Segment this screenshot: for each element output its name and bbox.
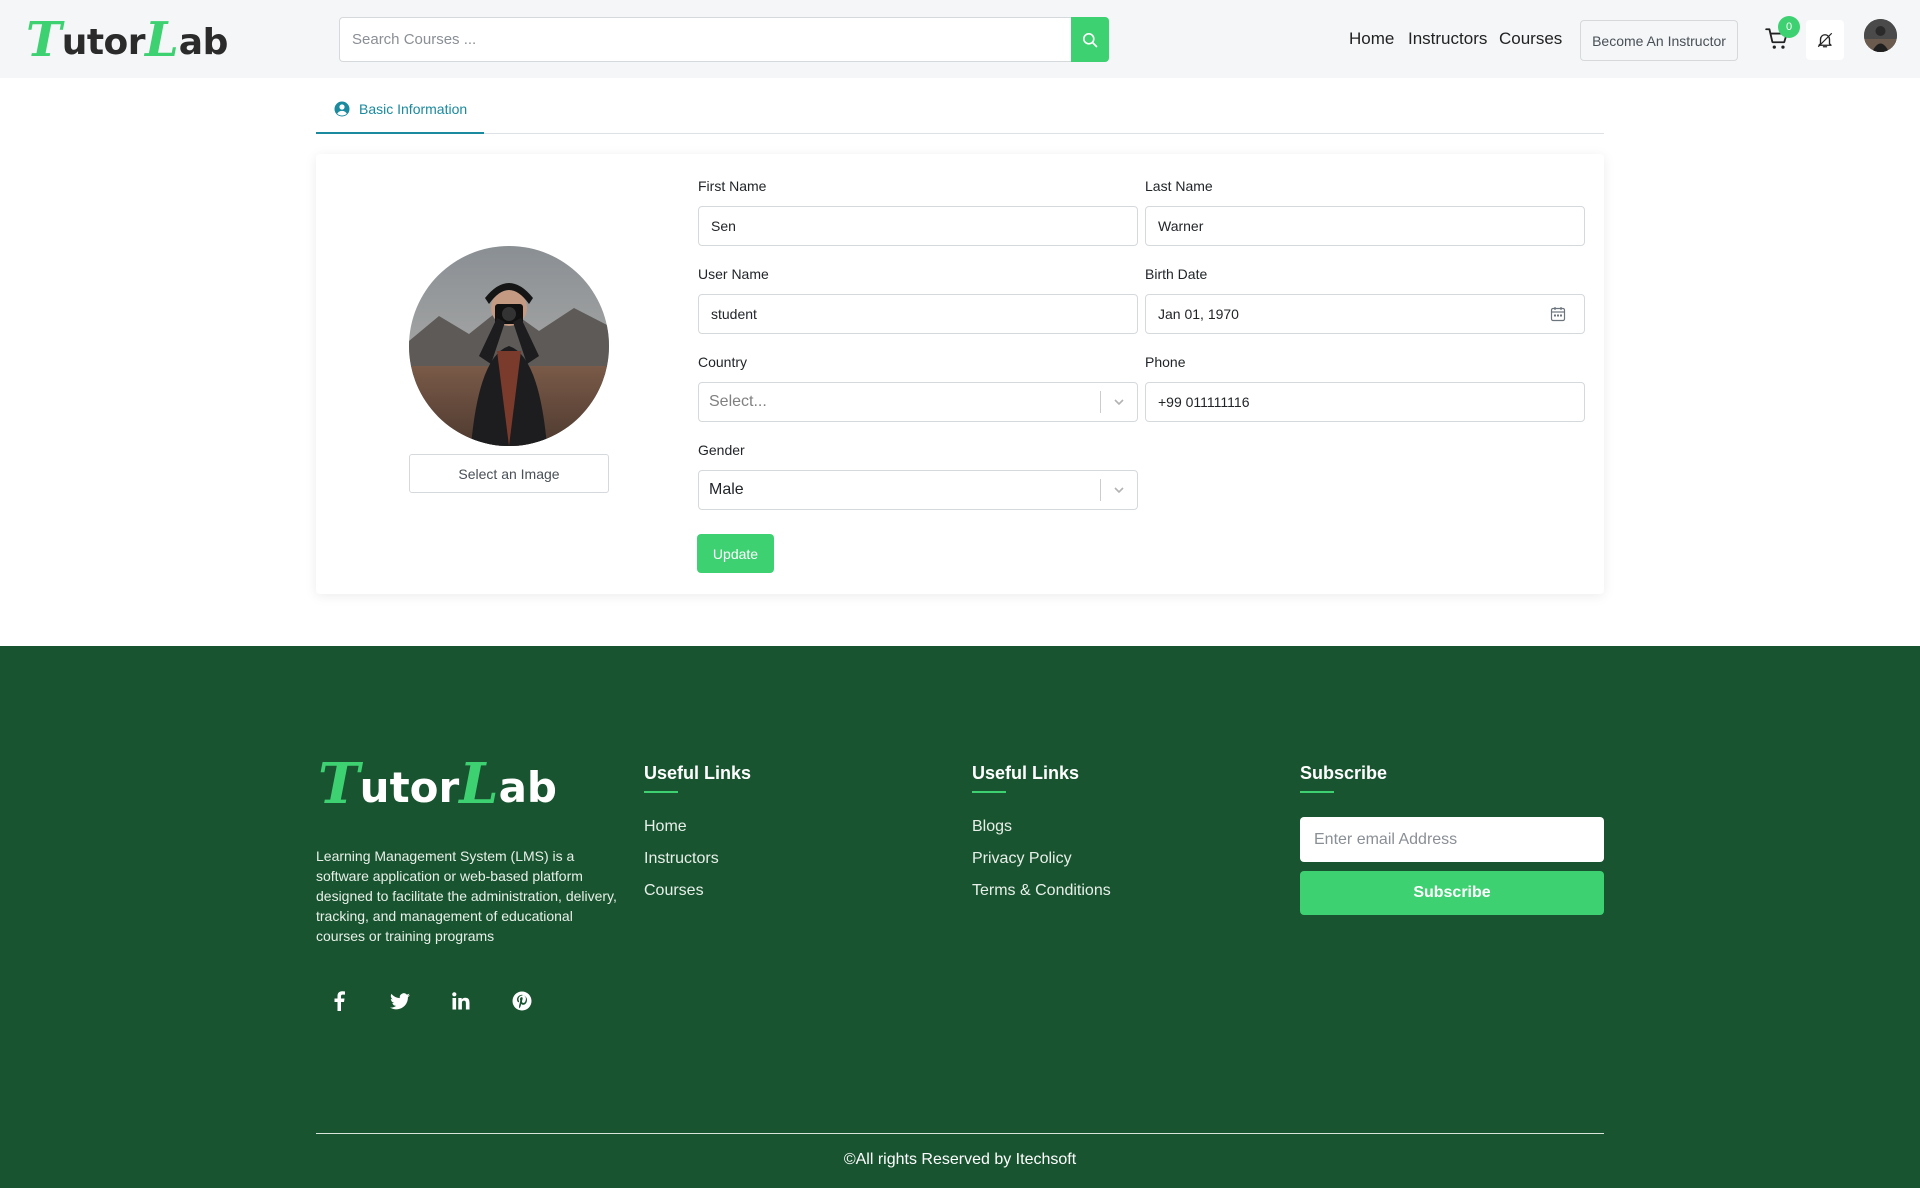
profile-tabs: Basic Information bbox=[316, 86, 1604, 134]
site-footer: Tutor Lab Learning Management System (LMS… bbox=[0, 646, 1920, 1188]
search-button[interactable] bbox=[1071, 17, 1109, 62]
user-name-label: User Name bbox=[698, 266, 769, 282]
calendar-icon[interactable] bbox=[1550, 306, 1566, 322]
facebook-icon[interactable] bbox=[324, 986, 354, 1016]
become-instructor-button[interactable]: Become An Instructor bbox=[1580, 20, 1738, 61]
footer-logo-letter-t: T bbox=[318, 751, 360, 817]
user-name-field[interactable]: student bbox=[698, 294, 1138, 334]
tab-label: Basic Information bbox=[359, 101, 468, 117]
chevron-down-icon[interactable] bbox=[1101, 383, 1137, 421]
tutorlab-logo[interactable]: Tutor Lab bbox=[26, 12, 229, 68]
logo-text-utor: utor bbox=[61, 22, 146, 63]
tab-basic-information[interactable]: Basic Information bbox=[316, 86, 484, 134]
last-name-field[interactable]: Warner bbox=[1145, 206, 1585, 246]
last-name-value: Warner bbox=[1158, 218, 1204, 234]
course-search bbox=[339, 17, 1109, 62]
top-header: TutorLab Home Instructors Courses Become… bbox=[0, 0, 1920, 78]
update-button[interactable]: Update bbox=[697, 534, 774, 573]
birth-date-field[interactable]: Jan 01, 1970 bbox=[1145, 294, 1585, 334]
useful-links-heading-1: Useful Links bbox=[644, 763, 752, 793]
footer-logo-letter-l: L bbox=[459, 751, 499, 817]
twitter-icon[interactable] bbox=[385, 986, 415, 1016]
user-name-value: student bbox=[711, 306, 757, 322]
logo-text-ab: ab bbox=[178, 22, 229, 63]
nav-home[interactable]: Home bbox=[1349, 29, 1394, 49]
user-circle-icon bbox=[334, 101, 350, 117]
logo-letter-t: T bbox=[26, 12, 62, 68]
footer-link-home[interactable]: Home bbox=[644, 818, 687, 836]
last-name-label: Last Name bbox=[1145, 178, 1213, 194]
useful-links-heading-2: Useful Links bbox=[972, 763, 1080, 793]
first-name-field[interactable]: Sen bbox=[698, 206, 1138, 246]
gender-select[interactable]: Male bbox=[698, 470, 1138, 510]
footer-logo-text-ab: ab bbox=[498, 763, 557, 812]
footer-link-instructors[interactable]: Instructors bbox=[644, 850, 719, 868]
country-placeholder: Select... bbox=[709, 393, 767, 410]
footer-link-courses[interactable]: Courses bbox=[644, 882, 704, 900]
copyright-text: ©All rights Reserved by Itechsoft bbox=[843, 1151, 1077, 1168]
avatar-photo bbox=[1864, 19, 1897, 52]
subscribe-heading: Subscribe bbox=[1300, 763, 1388, 793]
country-label: Country bbox=[698, 354, 748, 370]
nav-courses[interactable]: Courses bbox=[1499, 29, 1562, 49]
logo-letter-l: L bbox=[145, 12, 179, 68]
footer-description: Learning Management System (LMS) is a so… bbox=[316, 848, 617, 944]
birth-date-label: Birth Date bbox=[1145, 266, 1208, 282]
first-name-value: Sen bbox=[711, 218, 736, 234]
birth-date-value: Jan 01, 1970 bbox=[1158, 306, 1239, 322]
gender-label: Gender bbox=[698, 442, 745, 458]
chevron-down-icon[interactable] bbox=[1101, 471, 1137, 509]
footer-logo-text-utor: utor bbox=[359, 763, 460, 812]
footer-link-terms[interactable]: Terms & Conditions bbox=[972, 882, 1111, 900]
country-select[interactable]: Select... bbox=[698, 382, 1138, 422]
nav-instructors[interactable]: Instructors bbox=[1408, 29, 1487, 49]
user-avatar[interactable] bbox=[1864, 19, 1897, 52]
cart-count-badge: 0 bbox=[1778, 16, 1800, 38]
gender-value: Male bbox=[709, 481, 744, 498]
select-image-button[interactable]: Select an Image bbox=[409, 454, 609, 493]
footer-link-blogs[interactable]: Blogs bbox=[972, 818, 1012, 836]
subscribe-button[interactable]: Subscribe bbox=[1300, 871, 1604, 915]
search-icon bbox=[1083, 32, 1098, 47]
phone-value: +99 011111116 bbox=[1158, 394, 1250, 410]
subscribe-email-input[interactable]: Enter email Address bbox=[1300, 817, 1604, 862]
footer-divider bbox=[316, 1133, 1604, 1134]
phone-label: Phone bbox=[1145, 354, 1186, 370]
profile-photo bbox=[409, 246, 609, 446]
pinterest-icon[interactable] bbox=[507, 986, 537, 1016]
bell-icon bbox=[1817, 32, 1833, 48]
search-input[interactable] bbox=[339, 17, 1071, 62]
footer-link-privacy-policy[interactable]: Privacy Policy bbox=[972, 850, 1072, 868]
phone-field[interactable]: +99 011111116 bbox=[1145, 382, 1585, 422]
notification-button[interactable] bbox=[1806, 20, 1844, 60]
first-name-label: First Name bbox=[698, 178, 767, 194]
footer-logo[interactable]: Tutor Lab bbox=[318, 751, 557, 817]
linkedin-icon[interactable] bbox=[446, 986, 476, 1016]
